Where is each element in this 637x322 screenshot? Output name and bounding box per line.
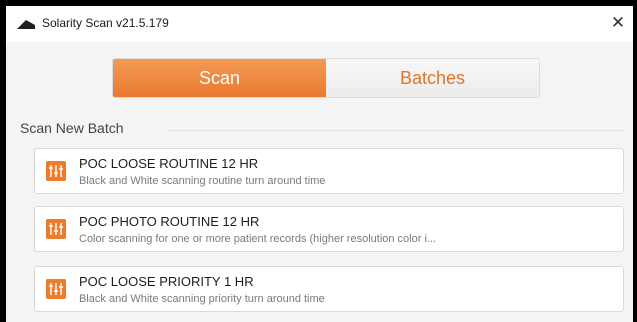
tab-scan[interactable]: Scan: [113, 59, 326, 97]
window-title: Solarity Scan v21.5.179: [42, 16, 169, 30]
tab-bar: Scan Batches: [112, 58, 540, 98]
sliders-icon: [46, 161, 66, 181]
section-header: Scan New Batch: [20, 118, 625, 138]
section-divider: [168, 130, 624, 131]
sliders-icon: [46, 279, 66, 299]
batch-title: POC PHOTO ROUTINE 12 HR: [79, 214, 260, 229]
batch-item-poc-loose-routine[interactable]: POC LOOSE ROUTINE 12 HR Black and White …: [34, 148, 624, 194]
title-bar: Solarity Scan v21.5.179 ✕: [6, 6, 633, 42]
sliders-icon: [46, 219, 66, 239]
close-icon[interactable]: ✕: [606, 10, 630, 36]
batch-title: POC LOOSE PRIORITY 1 HR: [79, 274, 254, 289]
batch-item-poc-photo-routine[interactable]: POC PHOTO ROUTINE 12 HR Color scanning f…: [34, 206, 624, 252]
scanner-icon: [17, 20, 35, 29]
batch-description: Black and White scanning priority turn a…: [79, 293, 325, 305]
app-window: Solarity Scan v21.5.179 ✕ Scan Batches S…: [6, 6, 633, 322]
batch-description: Black and White scanning routine turn ar…: [79, 175, 326, 187]
batch-description: Color scanning for one or more patient r…: [79, 233, 437, 245]
batch-title: POC LOOSE ROUTINE 12 HR: [79, 156, 259, 171]
tab-batches[interactable]: Batches: [326, 59, 539, 97]
section-title: Scan New Batch: [20, 120, 132, 136]
batch-item-poc-loose-priority[interactable]: POC LOOSE PRIORITY 1 HR Black and White …: [34, 266, 624, 312]
main-content: Scan Batches Scan New Batch POC LOOSE RO…: [6, 42, 633, 322]
